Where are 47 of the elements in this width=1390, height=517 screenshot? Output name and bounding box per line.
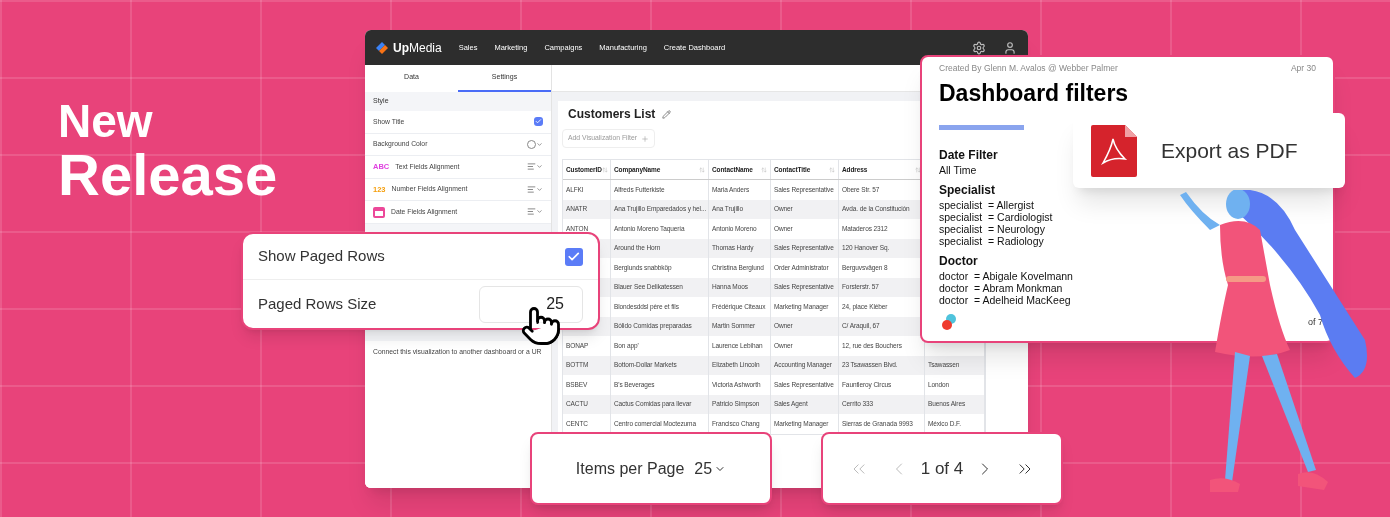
alignment-dropdown[interactable] xyxy=(527,184,543,194)
user-icon[interactable] xyxy=(1003,40,1017,55)
sort-icon[interactable] xyxy=(915,166,921,173)
align-icon xyxy=(527,184,536,194)
edit-icon[interactable] xyxy=(662,109,672,119)
headline: Release xyxy=(58,146,278,204)
setting-label: Show Paged Rows xyxy=(258,246,385,267)
logo-icon xyxy=(940,313,958,331)
sort-icon[interactable] xyxy=(601,166,608,173)
caret-icon xyxy=(536,163,543,171)
filter-value: All Time xyxy=(939,164,977,177)
logo-icon xyxy=(374,39,390,56)
report-title: Dashboard filters xyxy=(939,78,1129,108)
filter-value: specialist = Allergist xyxy=(939,199,1034,212)
filter-value: specialist = Cardiologist xyxy=(939,211,1053,224)
filter-value: doctor = Abram Monkman xyxy=(939,282,1063,295)
pdf-file-icon xyxy=(1091,124,1137,177)
report-date: Apr 30 xyxy=(1290,62,1316,75)
brand-name[interactable]: UpMedia xyxy=(393,38,442,57)
filter-value: doctor = Adelheid MacKeeg xyxy=(939,294,1071,307)
caret-icon xyxy=(536,140,543,148)
filter-heading: Specialist xyxy=(939,182,996,200)
filter-heading: Doctor xyxy=(939,253,978,271)
align-icon xyxy=(527,162,536,172)
report-author: Created By Glenn M. Avalos @ Webber Palmer xyxy=(939,62,1118,75)
headline: New xyxy=(58,98,154,144)
checkbox[interactable] xyxy=(534,117,543,127)
setting-label: Paged Rows Size xyxy=(258,293,377,314)
filter-heading: Date Filter xyxy=(939,147,998,165)
check-icon xyxy=(535,118,542,126)
filter-value: doctor = Abigale Kovelmann xyxy=(939,270,1073,283)
alignment-dropdown[interactable] xyxy=(527,162,543,172)
caret-icon xyxy=(536,208,543,216)
filter-value: specialist = Neurology xyxy=(939,223,1045,236)
settings-icon[interactable] xyxy=(972,40,986,55)
page-size-dropdown[interactable]: 25 xyxy=(694,456,727,481)
filter-value: specialist = Radiology xyxy=(939,235,1044,248)
checkbox[interactable] xyxy=(565,247,583,266)
page-indicator: 1 of 4 xyxy=(920,457,964,480)
items-per-page-label: Items per Page xyxy=(575,458,685,479)
color-picker[interactable] xyxy=(527,139,543,149)
plus-icon xyxy=(641,134,649,143)
visualization-title: Customers List xyxy=(568,106,656,123)
caret-icon xyxy=(536,185,543,193)
alignment-dropdown[interactable] xyxy=(527,207,543,217)
align-icon xyxy=(527,207,536,217)
export-pdf-button[interactable]: Export as PDF xyxy=(1073,113,1345,188)
